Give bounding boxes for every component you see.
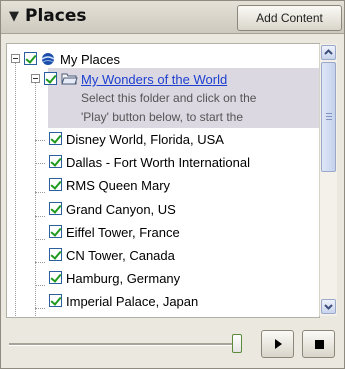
add-content-button[interactable]: Add Content	[237, 5, 342, 31]
checkbox-checked[interactable]	[49, 202, 62, 215]
checkbox-checked[interactable]	[44, 72, 57, 85]
tree-item-label: Grand Canyon, US	[66, 202, 176, 217]
tree-item[interactable]: Hamburg, Germany	[7, 271, 319, 291]
collapse-toggle-icon[interactable]	[31, 74, 40, 83]
tree-item[interactable]: Dallas - Fort Worth International	[7, 155, 319, 175]
collapse-arrow-icon[interactable]: ▼	[9, 9, 19, 24]
tree-item[interactable]: Eiffel Tower, France	[7, 225, 319, 245]
places-header[interactable]: ▼ Places Add Content	[1, 1, 344, 34]
places-tree[interactable]: My Places My Wonders of the World Select…	[6, 43, 320, 318]
tree-item-label: Dallas - Fort Worth International	[66, 155, 250, 170]
folder-open-icon	[61, 72, 78, 85]
play-icon	[275, 339, 282, 349]
folder-link[interactable]: My Wonders of the World	[81, 72, 227, 87]
tree-item-label: RMS Queen Mary	[66, 178, 171, 193]
stop-button[interactable]	[302, 330, 335, 358]
tree-connector	[35, 140, 45, 141]
checkbox-checked[interactable]	[49, 178, 62, 191]
tree-item[interactable]: Disney World, Florida, USA	[7, 132, 319, 152]
tree-item[interactable]: RMS Queen Mary	[7, 178, 319, 198]
tree-root-label: My Places	[60, 52, 120, 67]
tree-item[interactable]: Imperial Palace, Japan	[7, 294, 319, 314]
scroll-thumb[interactable]	[321, 62, 336, 172]
tree-root-my-places[interactable]: My Places	[7, 52, 319, 72]
scroll-up-button[interactable]	[321, 45, 336, 60]
scroll-grip	[326, 113, 332, 114]
checkbox-checked[interactable]	[49, 225, 62, 238]
tour-speed-slider-thumb[interactable]	[232, 334, 242, 353]
tour-speed-slider-track[interactable]	[9, 343, 241, 346]
tree-item[interactable]: Grand Canyon, US	[7, 202, 319, 222]
scroll-grip	[326, 119, 332, 120]
tree-item-label: Disney World, Florida, USA	[66, 132, 224, 147]
folder-description-line: Select this folder and click on the	[81, 91, 257, 105]
tree-folder-wonders[interactable]: My Wonders of the World	[7, 72, 319, 92]
tree-item-label: Imperial Palace, Japan	[66, 294, 199, 309]
tree-item-label: CN Tower, Canada	[66, 248, 175, 263]
globe-icon	[41, 52, 55, 65]
folder-description-line: 'Play' button below, to start the	[81, 110, 244, 124]
places-panel: ▼ Places Add Content My Places My Wonder…	[0, 0, 345, 369]
checkbox-checked[interactable]	[49, 294, 62, 307]
tree-item-label: Eiffel Tower, France	[66, 225, 180, 240]
collapse-toggle-icon[interactable]	[11, 54, 20, 63]
stop-icon	[315, 340, 324, 349]
chevron-up-icon	[324, 49, 333, 55]
chevron-down-icon	[324, 304, 333, 310]
checkbox-checked[interactable]	[49, 155, 62, 168]
checkbox-checked[interactable]	[49, 271, 62, 284]
play-button[interactable]	[261, 330, 294, 358]
tree-scrollbar[interactable]	[319, 44, 337, 316]
scroll-grip	[326, 116, 332, 117]
scroll-down-button[interactable]	[321, 299, 336, 314]
tree-item[interactable]: CN Tower, Canada	[7, 248, 319, 268]
tree-item-label: Hamburg, Germany	[66, 271, 181, 286]
panel-title: Places	[25, 6, 87, 26]
checkbox-checked[interactable]	[24, 52, 37, 65]
checkbox-checked[interactable]	[49, 248, 62, 261]
checkbox-checked[interactable]	[49, 132, 62, 145]
tree-connector	[35, 163, 45, 164]
